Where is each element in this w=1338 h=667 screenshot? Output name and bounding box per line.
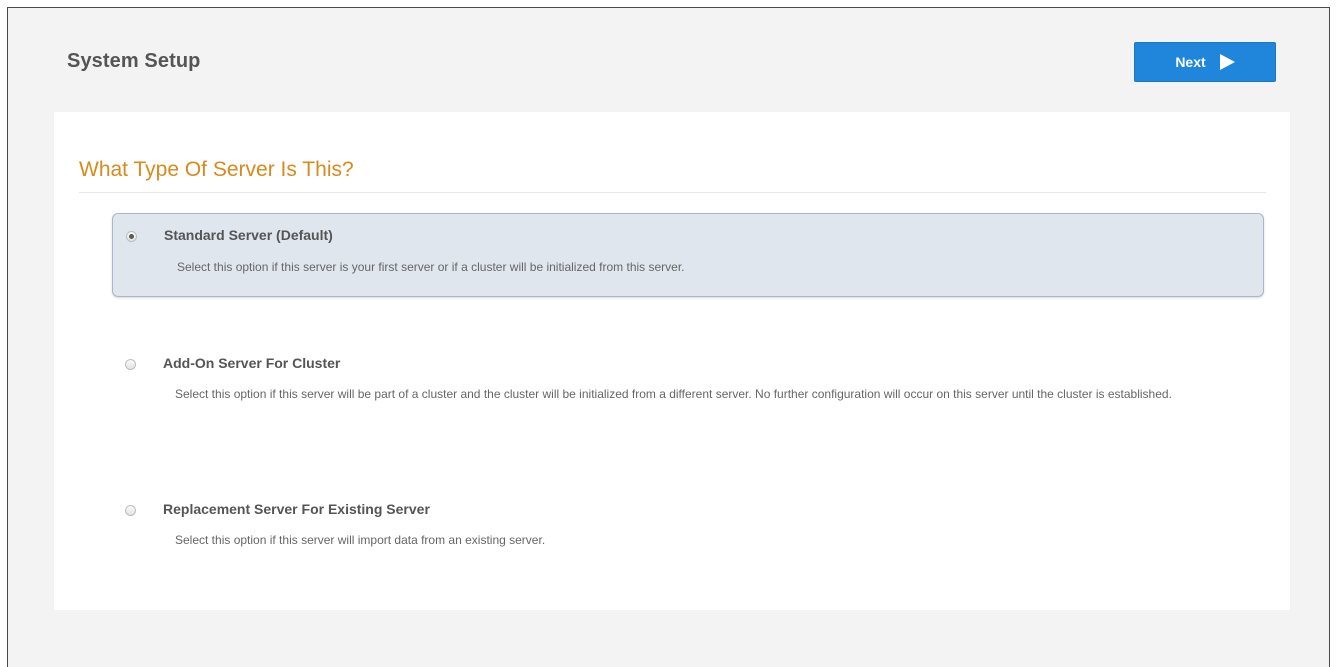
server-type-panel: What Type Of Server Is This? Standard Se…: [54, 112, 1290, 610]
play-arrow-icon: [1219, 54, 1235, 70]
next-button-label: Next: [1175, 54, 1206, 70]
option-replacement-server[interactable]: Replacement Server For Existing Server S…: [112, 488, 1264, 548]
page-title: System Setup: [67, 50, 201, 72]
option-label: Standard Server (Default): [164, 227, 333, 243]
option-label: Add-On Server For Cluster: [163, 355, 341, 371]
section-title: What Type Of Server Is This?: [79, 158, 354, 181]
section-divider: [79, 192, 1266, 193]
option-label: Replacement Server For Existing Server: [163, 501, 430, 517]
option-description: Select this option if this server is you…: [177, 260, 685, 274]
option-standard-server[interactable]: Standard Server (Default) Select this op…: [112, 213, 1264, 297]
option-description: Select this option if this server will b…: [175, 387, 1172, 401]
setup-window: System Setup Next What Type Of Server Is…: [7, 7, 1330, 667]
option-description: Select this option if this server will i…: [175, 533, 546, 547]
next-button[interactable]: Next: [1134, 42, 1276, 82]
add-on-server-radio[interactable]: [125, 359, 136, 370]
standard-server-radio[interactable]: [126, 231, 137, 242]
replacement-server-radio[interactable]: [125, 505, 136, 516]
option-add-on-server[interactable]: Add-On Server For Cluster Select this op…: [112, 342, 1264, 432]
